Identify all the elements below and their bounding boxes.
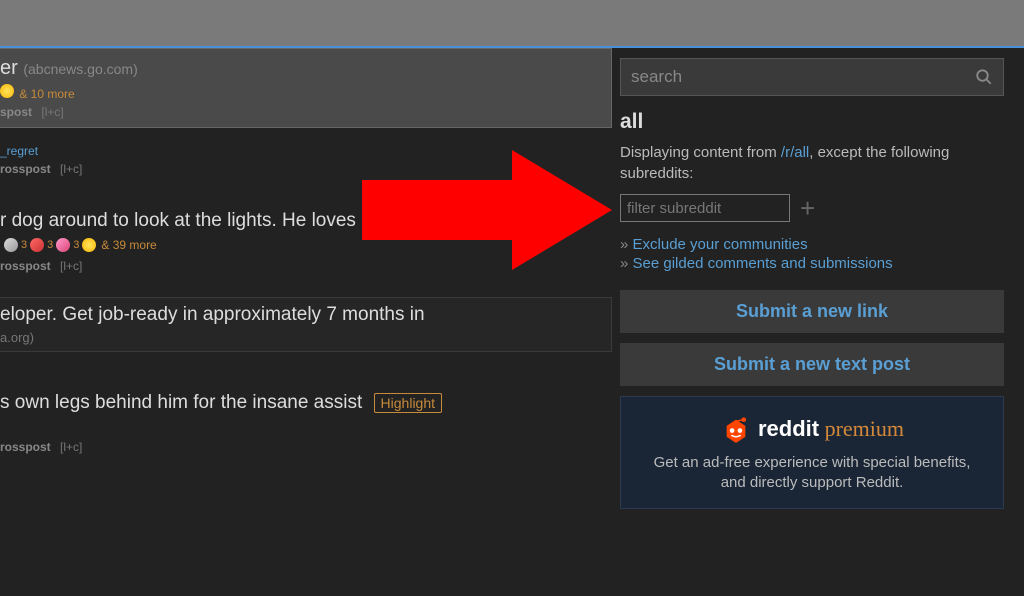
awards-more[interactable]: & 10 more bbox=[19, 87, 74, 101]
post-list: er (abcnews.go.com) & 10 more spost [l+c… bbox=[0, 48, 612, 596]
lc-link[interactable]: [l+c] bbox=[60, 259, 82, 273]
post-actions: spost [l+c] bbox=[0, 105, 603, 119]
award-icon bbox=[56, 238, 70, 252]
top-bar bbox=[0, 0, 1024, 48]
add-filter-button[interactable]: + bbox=[800, 195, 815, 221]
filter-row: + bbox=[620, 194, 1004, 222]
submit-text-button[interactable]: Submit a new text post bbox=[620, 343, 1004, 386]
sidebar-description: Displaying content from /r/all, except t… bbox=[620, 142, 1004, 184]
crosspost-link[interactable]: rosspost bbox=[0, 162, 51, 176]
post-domain: (abcnews.go.com) bbox=[23, 61, 137, 77]
lc-link[interactable]: [l+c] bbox=[41, 105, 63, 119]
submit-link-button[interactable]: Submit a new link bbox=[620, 290, 1004, 333]
post-title: r dog around to look at the lights. He l… bbox=[0, 210, 604, 232]
post-title: er (abcnews.go.com) bbox=[0, 57, 603, 80]
post-item[interactable]: er (abcnews.go.com) & 10 more spost [l+c… bbox=[0, 48, 612, 128]
post-actions: rosspost [l+c] bbox=[0, 440, 604, 454]
post-item[interactable]: s own legs behind him for the insane ass… bbox=[0, 386, 612, 460]
search-input[interactable] bbox=[631, 67, 975, 87]
post-actions: rosspost [l+c] bbox=[0, 162, 604, 176]
post-title: eloper. Get job-ready in approximately 7… bbox=[0, 304, 603, 326]
r-all-link[interactable]: /r/all bbox=[781, 144, 809, 161]
post-meta: _regret bbox=[0, 144, 604, 158]
crosspost-link[interactable]: spost bbox=[0, 105, 32, 119]
post-actions: rosspost [l+c] bbox=[0, 259, 604, 273]
filter-subreddit-input[interactable] bbox=[620, 194, 790, 222]
awards-more[interactable]: & 39 more bbox=[101, 238, 156, 252]
crosspost-link[interactable]: rosspost bbox=[0, 440, 51, 454]
premium-title: reddit premium bbox=[758, 416, 904, 442]
post-domain: (i.redd.it) bbox=[381, 214, 432, 229]
post-title: s own legs behind him for the insane ass… bbox=[0, 392, 604, 414]
award-icon bbox=[4, 238, 18, 252]
sidebar-links: Exclude your communities See gilded comm… bbox=[620, 236, 1004, 272]
post-item[interactable]: eloper. Get job-ready in approximately 7… bbox=[0, 297, 612, 352]
premium-box: reddit premium Get an ad-free experience… bbox=[620, 396, 1004, 509]
crosspost-link[interactable]: rosspost bbox=[0, 259, 51, 273]
sidebar: all Displaying content from /r/all, exce… bbox=[612, 48, 1024, 596]
lc-link[interactable]: [l+c] bbox=[60, 162, 82, 176]
post-awards: 3 3 3 & 39 more bbox=[4, 238, 157, 252]
search-box[interactable] bbox=[620, 58, 1004, 96]
highlight-tag[interactable]: Highlight bbox=[374, 393, 442, 413]
search-icon[interactable] bbox=[975, 68, 993, 86]
award-icon bbox=[30, 238, 44, 252]
post-item[interactable]: _regret rosspost [l+c] bbox=[0, 136, 612, 182]
post-item[interactable]: r dog around to look at the lights. He l… bbox=[0, 204, 612, 279]
exclude-communities-link[interactable]: Exclude your communities bbox=[620, 236, 1004, 253]
premium-logo: reddit premium bbox=[639, 415, 985, 443]
gilded-link[interactable]: See gilded comments and submissions bbox=[620, 255, 1004, 272]
post-domain: a.org) bbox=[0, 330, 603, 345]
meta-link[interactable]: _regret bbox=[0, 144, 38, 158]
reddit-snoo-icon bbox=[720, 415, 752, 443]
post-awards: & 10 more bbox=[0, 84, 603, 101]
premium-description: Get an ad-free experience with special b… bbox=[639, 453, 985, 494]
award-icon bbox=[82, 238, 96, 252]
sidebar-heading: all bbox=[620, 110, 1004, 134]
award-icon bbox=[0, 84, 14, 98]
lc-link[interactable]: [l+c] bbox=[60, 440, 82, 454]
